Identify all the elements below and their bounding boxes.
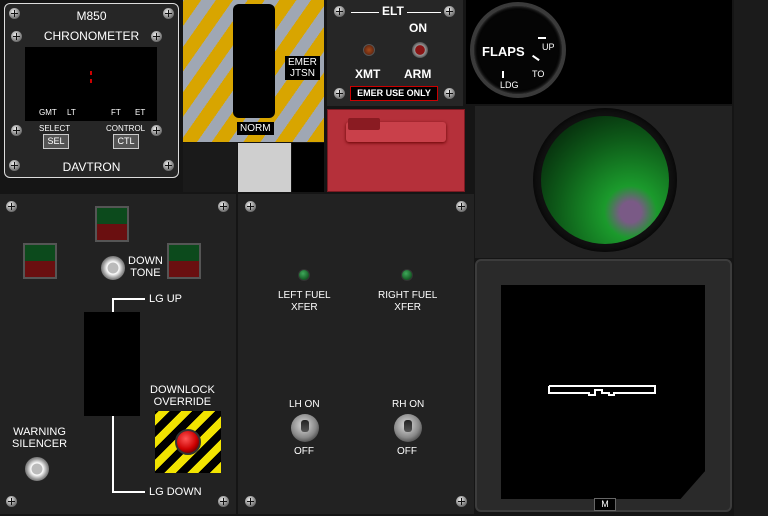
mode-lt: LT [67, 108, 76, 117]
lh-fuel-toggle[interactable] [291, 414, 319, 442]
warning-silencer-text: WARNING SILENCER [12, 426, 68, 450]
flaps-panel: FLAPS UP TO LDG [466, 0, 732, 104]
down-tone-label: DOWN TONE [128, 255, 163, 279]
mode-gmt: GMT [39, 108, 57, 117]
display-colon-icon [90, 71, 92, 75]
flaps-up-label: UP [542, 42, 555, 52]
screw-icon [218, 496, 229, 507]
sel-button[interactable]: SEL [43, 134, 69, 149]
left-fuel-xfer-label: LEFT FUEL XFER [278, 290, 331, 314]
screw-icon [456, 201, 467, 212]
lg-down-line [112, 416, 114, 492]
flaps-title: FLAPS [482, 44, 525, 59]
attitude-symbol-icon [548, 385, 656, 396]
screw-icon [245, 496, 256, 507]
emer-jettison-handle-slot[interactable] [233, 4, 275, 118]
gray-block [238, 143, 291, 192]
lh-off-label: OFF [294, 446, 314, 457]
scope-screen [541, 116, 669, 244]
warning-silencer-label: WARNING SILENCER [12, 426, 67, 450]
chronometer-display: GMT LT FT ET [25, 47, 157, 121]
chronometer-title: CHRONOMETER [43, 29, 140, 43]
display-colon-icon [90, 79, 92, 83]
override-red-button-icon [175, 429, 201, 455]
mfd-screen [501, 285, 705, 499]
flaps-gauge: FLAPS UP TO LDG [470, 2, 566, 98]
ctl-button[interactable]: CTL [113, 134, 139, 149]
gear-left-lamp [23, 243, 57, 279]
emer-jettison-panel: EMER JTSN NORM [183, 0, 324, 142]
xmt-label: XMT [355, 67, 381, 81]
flaps-pointer [532, 54, 540, 61]
screw-icon [11, 125, 22, 136]
lg-down-line [112, 491, 145, 493]
emer-text: EMER [288, 57, 317, 68]
lg-up-line [112, 298, 145, 300]
downlock-override-label: DOWNLOCK OVERRIDE [150, 384, 215, 408]
elt-title: ELT [379, 5, 407, 17]
mfd-m-button[interactable]: M [594, 498, 616, 511]
lg-up-label: LG UP [149, 293, 183, 305]
mode-ft: FT [111, 108, 121, 117]
downlock-override-button[interactable] [155, 411, 221, 473]
warning-silencer-button[interactable] [24, 456, 50, 482]
emer-label: EMER JTSN [285, 56, 320, 80]
down-tone-text: DOWN TONE [128, 255, 163, 279]
emer-use-only-label: EMER USE ONLY [350, 86, 438, 101]
chronometer-panel: M850 CHRONOMETER GMT LT FT ET SELECT SEL… [4, 3, 179, 178]
gear-handle-slot[interactable] [84, 312, 140, 416]
dark-block [292, 143, 324, 192]
screw-icon [6, 201, 17, 212]
screw-icon [444, 6, 455, 17]
elt-guard-cover[interactable] [327, 109, 465, 192]
jtsn-text: JTSN [289, 68, 315, 79]
flaps-tick-up [538, 37, 546, 39]
elt-on-label: ON [409, 21, 427, 35]
gear-panel: DOWN TONE LG UP LG DOWN DOWNLOCK OVERRID… [0, 194, 236, 514]
gear-nose-lamp [95, 206, 129, 242]
lg-down-label: LG DOWN [149, 486, 202, 498]
guard-lever-icon [348, 118, 380, 130]
arm-label: ARM [404, 67, 432, 81]
elt-arm-switch[interactable] [412, 42, 428, 58]
xmt-light-icon [363, 44, 375, 56]
mfd-panel: M [475, 259, 732, 512]
chronometer-brand: DAVTRON [62, 160, 121, 174]
dark-block [183, 143, 237, 192]
screw-icon [6, 496, 17, 507]
flaps-ldg-label: LDG [500, 80, 519, 90]
flaps-tick-ldg [502, 71, 504, 78]
left-fuel-xfer-light-icon [298, 269, 310, 281]
scope-bezel [533, 108, 677, 252]
screw-icon [218, 201, 229, 212]
screw-icon [456, 496, 467, 507]
screw-icon [151, 125, 162, 136]
screw-icon [334, 6, 345, 17]
downlock-override-text: DOWNLOCK OVERRIDE [150, 384, 215, 408]
norm-label: NORM [237, 122, 274, 135]
right-fuel-xfer-label: RIGHT FUEL XFER [378, 290, 437, 314]
right-fuel-xfer-text: RIGHT FUEL XFER [378, 290, 438, 313]
cockpit-panel: M850 CHRONOMETER GMT LT FT ET SELECT SEL… [0, 0, 768, 516]
gear-right-lamp [167, 243, 201, 279]
screw-icon [444, 88, 455, 99]
lh-on-label: LH ON [289, 399, 320, 410]
rh-on-label: RH ON [392, 399, 425, 410]
scope-panel [475, 106, 732, 258]
chronometer-model: M850 [76, 9, 107, 23]
fuel-panel: LEFT FUEL XFER RIGHT FUEL XFER LH ON OFF… [238, 194, 474, 514]
elt-panel: ELT ON XMT ARM EMER USE ONLY [327, 0, 463, 106]
screw-icon [334, 88, 345, 99]
mode-et: ET [135, 108, 146, 117]
left-fuel-xfer-text: LEFT FUEL XFER [278, 290, 331, 313]
rh-fuel-toggle[interactable] [394, 414, 422, 442]
down-tone-button[interactable] [100, 255, 126, 281]
rh-off-label: OFF [397, 446, 417, 457]
flaps-to-label: TO [532, 69, 545, 79]
right-fuel-xfer-light-icon [401, 269, 413, 281]
screw-icon [245, 201, 256, 212]
right-edge-panel [734, 0, 768, 516]
